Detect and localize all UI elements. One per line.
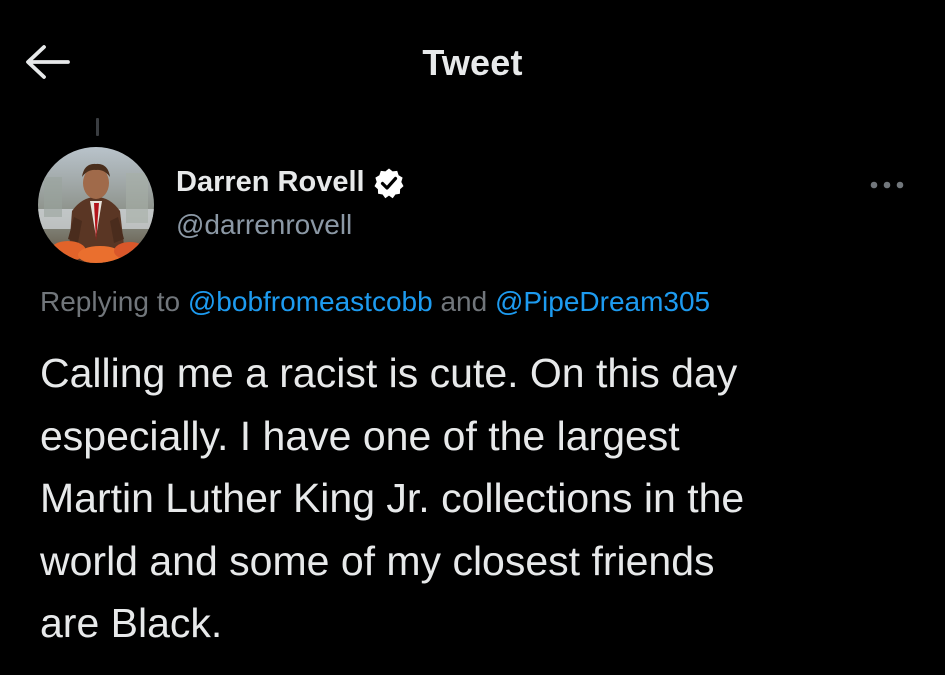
thread-connector-line [96,118,99,136]
tweet-text: Calling me a racist is cute. On this day… [40,342,920,655]
tweet-text-line: Martin Luther King Jr. collections in th… [40,475,745,521]
tweet-text-line: especially. I have one of the largest [40,412,680,459]
mention-link[interactable]: @PipeDream305 [495,286,710,317]
top-bar: Tweet [0,0,945,125]
reply-context-prefix: Replying to [40,286,181,317]
avatar-photo [38,147,154,263]
tweet-text-line: are Black. [40,600,223,646]
avatar[interactable] [38,147,154,263]
more-options-button[interactable] [866,172,908,198]
reply-context: Replying to @bobfromeastcobb and @PipeDr… [40,286,710,318]
mention-link[interactable]: @bobfromeastcobb [188,286,433,317]
reply-context-conjunction: and [440,286,488,317]
tweet-text-line: world and some of my closest friends [40,537,715,584]
verified-badge-icon [373,167,405,199]
author-name-row: Darren Rovell [176,166,405,199]
more-horizontal-icon [870,181,904,189]
author-display-name[interactable]: Darren Rovell [176,166,365,199]
tweet-text-line: Calling me a racist is cute. On this day [40,350,738,396]
page-title: Tweet [422,42,523,83]
author-handle[interactable]: @darrenrovell [176,209,352,241]
